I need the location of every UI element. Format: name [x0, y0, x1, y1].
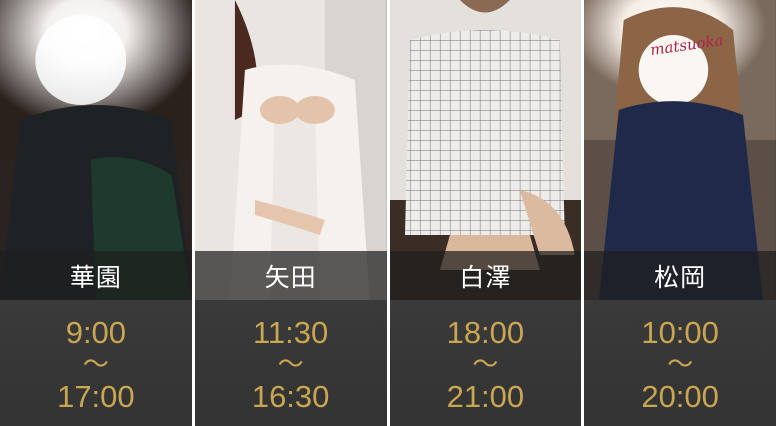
staff-card-hanazono[interactable]: 華園 9:00 〜 17:00	[0, 0, 192, 426]
shift-separator: 〜	[667, 349, 694, 379]
staff-card-yada[interactable]: 矢田 11:30 〜 16:30	[194, 0, 387, 426]
shift-hours: 9:00 〜 17:00	[0, 300, 192, 426]
staff-name: 松岡	[584, 251, 776, 300]
shift-end: 20:00	[641, 379, 719, 414]
staff-name: 華園	[0, 251, 192, 300]
shift-end: 16:30	[251, 379, 330, 414]
shift-separator: 〜	[472, 349, 499, 379]
shift-separator: 〜	[277, 349, 304, 379]
shift-start: 9:00	[65, 315, 127, 350]
staff-card-shirasawa[interactable]: 白澤 18:00 〜 21:00	[389, 0, 582, 426]
shift-separator: 〜	[82, 349, 109, 379]
shift-start: 18:00	[446, 315, 525, 350]
staff-name: 白澤	[389, 251, 582, 300]
shift-hours: 18:00 〜 21:00	[389, 300, 582, 426]
shift-hours: 11:30 〜 16:30	[194, 300, 387, 426]
schedule-grid: 華園 9:00 〜 17:00 矢田 11:30 〜 16:30 白澤 18:0…	[0, 0, 776, 426]
staff-card-matsuoka[interactable]: matsuoka 松岡 10:00 〜 20:00	[584, 0, 776, 426]
shift-hours: 10:00 〜 20:00	[584, 300, 776, 426]
shift-start: 11:30	[252, 315, 329, 350]
shift-end: 17:00	[57, 379, 135, 414]
staff-name: 矢田	[194, 251, 387, 300]
shift-end: 21:00	[446, 379, 525, 414]
shift-start: 10:00	[641, 315, 719, 350]
